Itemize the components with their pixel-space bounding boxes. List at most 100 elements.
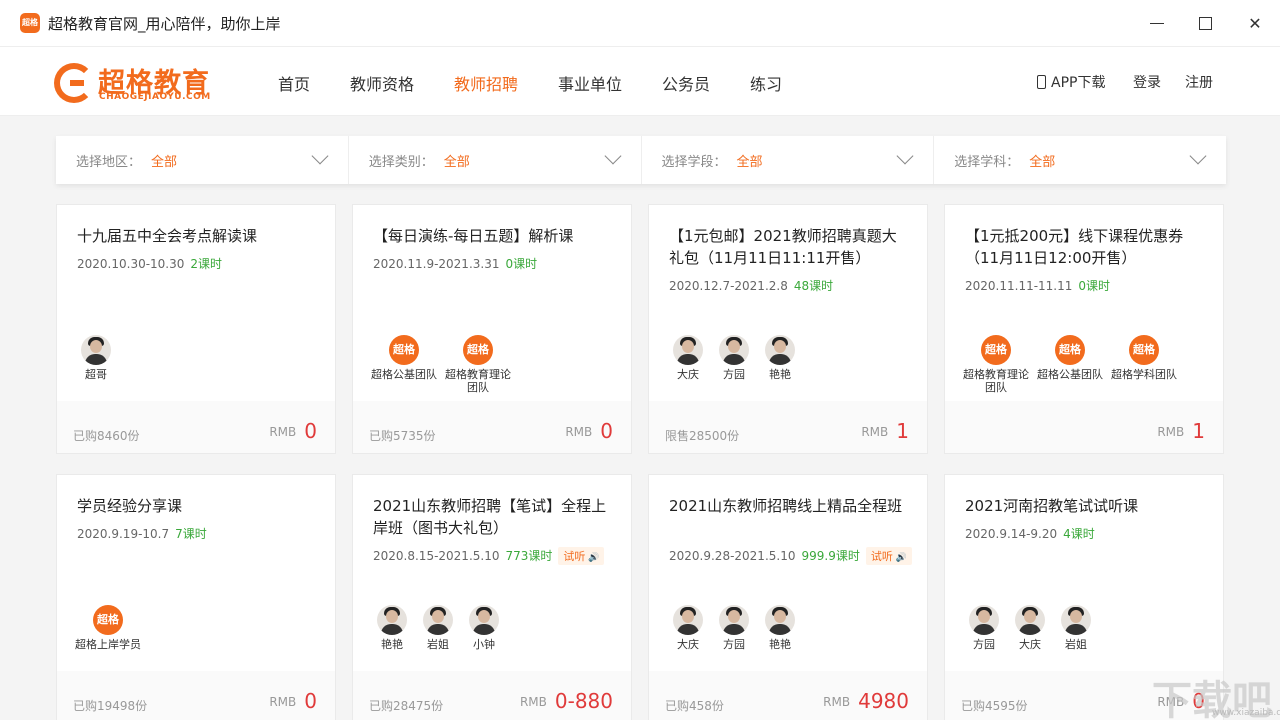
avatar [719, 605, 749, 635]
filter-value: 全部 [736, 155, 763, 170]
course-card[interactable]: 【1元包邮】2021教师招聘真题大礼包（11月11日11:11开售） 2020.1… [648, 204, 928, 454]
app-download-link[interactable]: APP下载 [1037, 72, 1105, 92]
teacher[interactable]: 方园 [711, 605, 757, 651]
teacher[interactable]: 超格 超格学科团队 [1107, 335, 1181, 394]
teacher[interactable]: 超格 超格公基团队 [367, 335, 441, 394]
filter-value: 全部 [1029, 155, 1056, 170]
close-button[interactable]: ✕ [1238, 8, 1272, 38]
minimize-button[interactable] [1140, 8, 1174, 38]
course-card[interactable]: 2021山东教师招聘线上精品全程班 2020.9.28-2021.5.10 999.… [648, 474, 928, 720]
filter-value: 全部 [151, 155, 178, 170]
teacher[interactable]: 方园 [711, 335, 757, 381]
course-card[interactable]: 十九届五中全会考点解读课 2020.10.30-10.30 2课时 超哥 已购8460份… [56, 204, 336, 454]
teacher[interactable]: 大庆 [1007, 605, 1053, 651]
teacher-name: 超哥 [85, 368, 107, 381]
maximize-button[interactable] [1188, 8, 1222, 38]
price-currency: RMB [823, 695, 851, 709]
watermark-url: www.xiazaiba.com [1212, 708, 1280, 718]
sold-count: 已购4595份 [961, 699, 1028, 713]
nav-teacher-recruitment[interactable]: 教师招聘 [454, 71, 518, 95]
nav-home[interactable]: 首页 [278, 71, 310, 95]
course-title: 2021山东教师招聘线上精品全程班 [669, 497, 903, 515]
teacher[interactable]: 超格 超格教育理论团队 [441, 335, 515, 394]
price-amount: 4980 [858, 689, 909, 713]
team-badge-icon: 超格 [981, 335, 1011, 365]
maximize-icon [1198, 16, 1212, 30]
filter-value: 全部 [443, 155, 470, 170]
filter-subject[interactable]: 选择学科： 全部 [934, 136, 1226, 184]
course-card[interactable]: 【1元抵200元】线下课程优惠券（11月11日12:00开售） 2020.11.1… [944, 204, 1224, 454]
avatar [719, 335, 749, 365]
course-title: 2021山东教师招聘【笔试】全程上岸班（图书大礼包） [373, 497, 607, 537]
avatar [469, 605, 499, 635]
teacher[interactable]: 超格 超格上岸学员 [71, 605, 145, 651]
teacher[interactable]: 艳艳 [757, 605, 803, 651]
course-card[interactable]: 2021山东教师招聘【笔试】全程上岸班（图书大礼包） 2020.8.15-2021… [352, 474, 632, 720]
teacher[interactable]: 岩姐 [415, 605, 461, 651]
nav-practice[interactable]: 练习 [750, 71, 782, 95]
teacher[interactable]: 艳艳 [369, 605, 415, 651]
teacher-name: 大庆 [1019, 638, 1041, 651]
avatar [1015, 605, 1045, 635]
filter-label: 选择学科： [954, 155, 1020, 170]
filter-category[interactable]: 选择类别： 全部 [349, 136, 642, 184]
logo-subtext: CHAOGEJIAOYU.COM [99, 92, 211, 102]
course-title: 【1元包邮】2021教师招聘真题大礼包（11月11日11:11开售） [669, 227, 897, 267]
teacher[interactable]: 超格 超格公基团队 [1033, 335, 1107, 394]
teacher[interactable]: 大庆 [665, 605, 711, 651]
register-link[interactable]: 注册 [1185, 72, 1213, 92]
nav-civil-servant[interactable]: 公务员 [662, 71, 710, 95]
avatar [673, 335, 703, 365]
teacher[interactable]: 超格 超格教育理论团队 [959, 335, 1033, 394]
filter-region[interactable]: 选择地区： 全部 [56, 136, 349, 184]
price-amount: 0 [304, 419, 317, 443]
course-lessons: 0课时 [1078, 279, 1111, 293]
price-currency: RMB [519, 695, 547, 709]
trial-badge[interactable]: 试听 🔊 [558, 547, 605, 565]
teacher[interactable]: 岩姐 [1053, 605, 1099, 651]
course-card[interactable]: 学员经验分享课 2020.9.19-10.7 7课时 超格 超格上岸学员 已购19498份… [56, 474, 336, 720]
team-badge-icon: 超格 [93, 605, 123, 635]
course-meta: 2020.9.19-10.7 7课时 [77, 525, 207, 542]
teacher[interactable]: 艳艳 [757, 335, 803, 381]
course-lessons: 999.9课时 [801, 549, 860, 563]
card-footer: 已购19498份 RMB 0 [57, 671, 335, 720]
course-lessons: 2课时 [190, 257, 223, 271]
trial-label: 试听 [870, 550, 893, 563]
course-meta: 2020.9.28-2021.5.10 999.9课时 试听 🔊 [669, 547, 912, 565]
course-lessons: 4课时 [1063, 527, 1095, 541]
card-footer: 已购8460份 RMB 0 [57, 401, 335, 453]
sold-count: 已购458份 [665, 699, 724, 713]
teacher[interactable]: 超哥 [73, 335, 119, 381]
teacher-list: 艳艳 岩姐 小钟 [369, 605, 507, 651]
price-currency: RMB [269, 695, 297, 709]
teacher[interactable]: 方园 [961, 605, 1007, 651]
sold-count: 已购5735份 [369, 429, 436, 443]
course-card[interactable]: 【每日演练-每日五题】解析课 2020.11.9-2021.3.31 0课时 超格 超格… [352, 204, 632, 454]
trial-badge[interactable]: 试听 🔊 [865, 547, 912, 565]
teacher[interactable]: 小钟 [461, 605, 507, 651]
course-meta: 2020.11.11-11.11 0课时 [965, 277, 1110, 294]
filter-stage[interactable]: 选择学段： 全部 [642, 136, 935, 184]
site-logo[interactable]: 超格教育 CHAOGEJIAOYU.COM [54, 61, 234, 103]
course-title: 【每日演练-每日五题】解析课 [373, 227, 574, 245]
teacher-name: 大庆 [677, 638, 699, 651]
close-icon: ✕ [1248, 13, 1262, 33]
login-link[interactable]: 登录 [1133, 72, 1161, 92]
nav-public-institution[interactable]: 事业单位 [558, 71, 622, 95]
teacher-list: 大庆 方园 艳艳 [665, 335, 803, 381]
teacher[interactable]: 大庆 [665, 335, 711, 381]
speaker-icon: 🔊 [585, 553, 600, 563]
app-logo-icon: 超格 [20, 13, 40, 33]
price-amount: 1 [1192, 419, 1205, 443]
price-currency: RMB [861, 425, 889, 439]
teacher-name: 岩姐 [427, 638, 449, 651]
chevron-down-icon [604, 147, 621, 165]
nav-teacher-qualification[interactable]: 教师资格 [350, 71, 414, 95]
team-badge-icon: 超格 [1055, 335, 1085, 365]
teacher-name: 超格上岸学员 [75, 638, 141, 651]
team-badge-icon: 超格 [463, 335, 493, 365]
price-currency: RMB [565, 425, 593, 439]
teacher-name: 艳艳 [381, 638, 403, 651]
course-title: 【1元抵200元】线下课程优惠券（11月11日12:00开售） [965, 227, 1184, 267]
